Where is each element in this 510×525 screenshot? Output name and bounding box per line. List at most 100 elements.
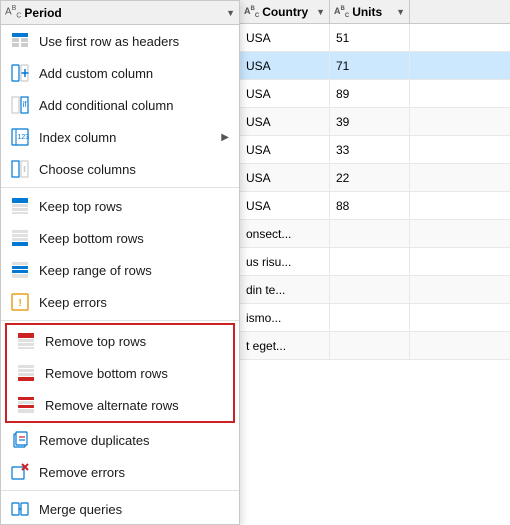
- period-col-label: Period: [24, 6, 226, 20]
- menu-item-remove-alternate-rows[interactable]: Remove alternate rows: [7, 389, 233, 421]
- keep-errors-icon: !: [9, 291, 31, 313]
- menu-item-merge-queries[interactable]: Merge queries: [1, 493, 239, 525]
- cell-units: [330, 276, 410, 303]
- table-row[interactable]: t eget...: [240, 332, 510, 360]
- table-header: ABC Country ▼ ABC Units ▼: [240, 0, 510, 24]
- cell-country: USA: [240, 136, 330, 163]
- country-label: Country: [262, 5, 314, 19]
- keep-top-icon: [9, 195, 31, 217]
- cell-units: 33: [330, 136, 410, 163]
- menu-label-keep-errors: Keep errors: [39, 295, 229, 310]
- menu-item-remove-bottom-rows[interactable]: Remove bottom rows: [7, 357, 233, 389]
- custom-col-icon: [9, 62, 31, 84]
- table-row[interactable]: din te...: [240, 276, 510, 304]
- units-header[interactable]: ABC Units ▼: [330, 0, 410, 24]
- table-body: USA51USA71USA89USA39USA33USA22USA88onsec…: [240, 24, 510, 360]
- menu-label-keep-top-rows: Keep top rows: [39, 199, 229, 214]
- country-type-icon: ABC: [244, 6, 259, 19]
- cell-country: ismo...: [240, 304, 330, 331]
- menu-item-choose-columns[interactable]: Choose columns: [1, 153, 239, 185]
- cell-country: din te...: [240, 276, 330, 303]
- table-row[interactable]: USA51: [240, 24, 510, 52]
- menu-item-keep-bottom-rows[interactable]: Keep bottom rows: [1, 222, 239, 254]
- units-type-icon: ABC: [334, 6, 349, 19]
- menu-label-keep-bottom-rows: Keep bottom rows: [39, 231, 229, 246]
- menu-item-keep-errors[interactable]: ! Keep errors: [1, 286, 239, 318]
- menu-label-use-first-row: Use first row as headers: [39, 34, 229, 49]
- cell-units: [330, 248, 410, 275]
- cell-country: us risu...: [240, 248, 330, 275]
- cell-country: USA: [240, 52, 330, 79]
- remove-bottom-icon: [15, 362, 37, 384]
- table-row[interactable]: USA22: [240, 164, 510, 192]
- menu-item-use-first-row[interactable]: Use first row as headers: [1, 25, 239, 57]
- menu-label-remove-duplicates: Remove duplicates: [39, 433, 229, 448]
- table-area: ABC Country ▼ ABC Units ▼ USA51USA71USA8…: [240, 0, 510, 525]
- menu-item-keep-top-rows[interactable]: Keep top rows: [1, 190, 239, 222]
- menu-label-remove-bottom-rows: Remove bottom rows: [45, 366, 223, 381]
- menu-label-remove-errors: Remove errors: [39, 465, 229, 480]
- period-col-filter[interactable]: ▼: [226, 8, 235, 18]
- cell-country: USA: [240, 24, 330, 51]
- cell-units: 39: [330, 108, 410, 135]
- units-filter-icon[interactable]: ▼: [396, 7, 405, 17]
- merge-icon: [9, 498, 31, 520]
- menu-item-index-column[interactable]: 123 Index column▶: [1, 121, 239, 153]
- remove-top-icon: [15, 330, 37, 352]
- menu-label-choose-columns: Choose columns: [39, 162, 229, 177]
- menu-label-merge-queries: Merge queries: [39, 502, 229, 517]
- table-row[interactable]: onsect...: [240, 220, 510, 248]
- conditional-col-icon: if: [9, 94, 31, 116]
- table-row[interactable]: ismo...: [240, 304, 510, 332]
- cell-country: t eget...: [240, 332, 330, 359]
- cell-units: [330, 332, 410, 359]
- menu-label-index-column: Index column: [39, 130, 221, 145]
- country-header[interactable]: ABC Country ▼: [240, 0, 330, 24]
- svg-text:!: !: [19, 298, 22, 309]
- remove-rows-group: Remove top rows Remove bottom rows Remove …: [5, 323, 235, 423]
- cell-country: USA: [240, 80, 330, 107]
- cell-country: USA: [240, 108, 330, 135]
- context-menu: ABC Period ▼ Use first row as headers Add…: [0, 0, 240, 525]
- table-row[interactable]: USA88: [240, 192, 510, 220]
- menu-item-remove-duplicates[interactable]: Remove duplicates: [1, 424, 239, 456]
- country-filter-icon[interactable]: ▼: [316, 7, 325, 17]
- keep-bottom-icon: [9, 227, 31, 249]
- menu-item-add-custom-col[interactable]: Add custom column: [1, 57, 239, 89]
- table-row[interactable]: us risu...: [240, 248, 510, 276]
- menu-label-add-custom-col: Add custom column: [39, 66, 229, 81]
- index-col-icon: 123: [9, 126, 31, 148]
- menu-item-keep-range-rows[interactable]: Keep range of rows: [1, 254, 239, 286]
- period-col-icon: ABC: [5, 5, 21, 19]
- menu-separator: [1, 320, 239, 321]
- units-label: Units: [352, 5, 394, 19]
- cell-units: 71: [330, 52, 410, 79]
- cell-country: onsect...: [240, 220, 330, 247]
- menu-label-keep-range-rows: Keep range of rows: [39, 263, 229, 278]
- svg-text:if: if: [23, 100, 28, 109]
- menu-label-add-conditional-col: Add conditional column: [39, 98, 229, 113]
- menu-item-add-conditional-col[interactable]: if Add conditional column: [1, 89, 239, 121]
- cell-units: 88: [330, 192, 410, 219]
- cell-units: [330, 304, 410, 331]
- menu-label-remove-top-rows: Remove top rows: [45, 334, 223, 349]
- submenu-arrow-icon: ▶: [221, 132, 229, 143]
- menu-item-remove-errors[interactable]: Remove errors: [1, 456, 239, 488]
- menu-separator: [1, 187, 239, 188]
- cell-country: USA: [240, 192, 330, 219]
- table-header-icon: [9, 30, 31, 52]
- menu-item-remove-top-rows[interactable]: Remove top rows: [7, 325, 233, 357]
- cell-units: [330, 220, 410, 247]
- menu-label-remove-alternate-rows: Remove alternate rows: [45, 398, 223, 413]
- table-row[interactable]: USA39: [240, 108, 510, 136]
- table-row[interactable]: USA71: [240, 52, 510, 80]
- remove-dup-icon: [9, 429, 31, 451]
- remove-alt-icon: [15, 394, 37, 416]
- remove-err-icon: [9, 461, 31, 483]
- table-row[interactable]: USA33: [240, 136, 510, 164]
- table-row[interactable]: USA89: [240, 80, 510, 108]
- choose-col-icon: [9, 158, 31, 180]
- keep-range-icon: [9, 259, 31, 281]
- menu-separator: [1, 490, 239, 491]
- cell-country: USA: [240, 164, 330, 191]
